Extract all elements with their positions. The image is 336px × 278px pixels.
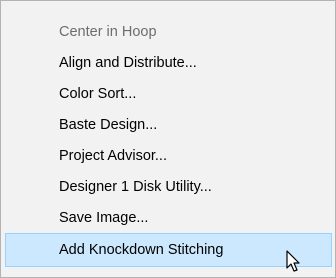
menu-item-project-advisor[interactable]: Project Advisor... xyxy=(5,139,332,173)
menu-item-designer-1-disk-utility[interactable]: Designer 1 Disk Utility... xyxy=(5,170,332,204)
context-menu: Center in Hoop Align and Distribute... C… xyxy=(0,0,336,278)
menu-item-label: Designer 1 Disk Utility... xyxy=(59,179,212,195)
arrow-cursor-icon xyxy=(286,250,300,272)
menu-item-center-in-hoop: Center in Hoop xyxy=(5,15,332,49)
menu-item-add-knockdown-stitching[interactable]: Add Knockdown Stitching xyxy=(5,233,332,267)
menu-item-label: Save Image... xyxy=(59,210,149,226)
menu-item-label: Add Knockdown Stitching xyxy=(59,242,224,258)
menu-item-label: Align and Distribute... xyxy=(59,55,197,71)
menu-item-baste-design[interactable]: Baste Design... xyxy=(5,108,332,142)
menu-item-color-sort[interactable]: Color Sort... xyxy=(5,77,332,111)
menu-item-label: Center in Hoop xyxy=(59,24,157,40)
menu-item-align-and-distribute[interactable]: Align and Distribute... xyxy=(5,46,332,80)
menu-item-label: Project Advisor... xyxy=(59,148,167,164)
menu-item-label: Baste Design... xyxy=(59,117,158,133)
menu-item-save-image[interactable]: Save Image... xyxy=(5,201,332,235)
menu-item-label: Color Sort... xyxy=(59,86,137,102)
